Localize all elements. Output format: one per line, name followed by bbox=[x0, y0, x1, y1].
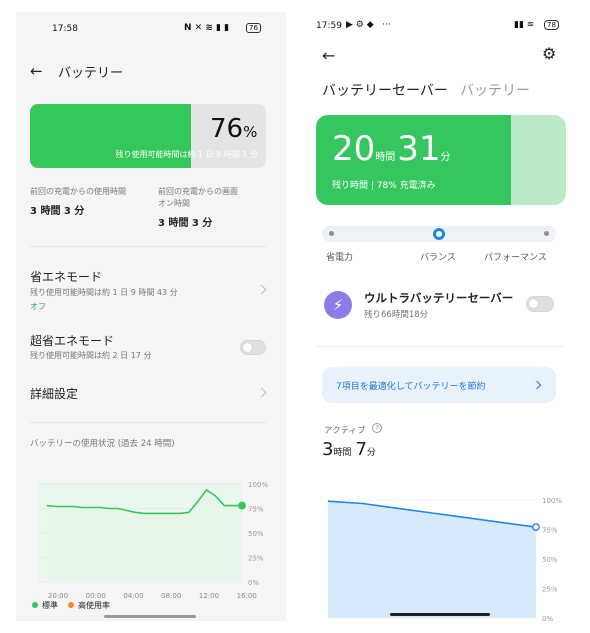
active-usage-chart: 100% 75% 50% 25% 0% bbox=[327, 497, 562, 621]
active-hours: 3 bbox=[322, 439, 334, 460]
home-indicator[interactable] bbox=[390, 613, 490, 616]
y-tick-label: 25% bbox=[248, 555, 264, 563]
details-title: 詳細設定 bbox=[30, 387, 79, 401]
battery-percent-sign: % bbox=[243, 123, 258, 141]
remaining-hours: 20 bbox=[332, 129, 376, 169]
y-tick-label: 75% bbox=[248, 506, 264, 514]
since-charge-value: 3 時間 3 分 bbox=[30, 206, 85, 217]
battery-percent-number: 76 bbox=[210, 114, 244, 144]
x-tick-label: 00:00 bbox=[86, 592, 106, 600]
chevron-right-icon bbox=[256, 387, 267, 398]
optimize-text: 7項目を最適化してバッテリーを節約 bbox=[336, 382, 486, 392]
y-tick-label: 0% bbox=[542, 615, 553, 621]
legend-standard-label: 標準 bbox=[42, 601, 58, 610]
y-tick-label: 100% bbox=[542, 497, 562, 505]
super-saving-title: 超省エネモード bbox=[30, 334, 115, 348]
power-mode-slider[interactable] bbox=[322, 226, 556, 242]
tab-battery[interactable]: バッテリー bbox=[460, 80, 530, 100]
x-tick-label: 16:00 bbox=[237, 592, 257, 600]
screen-on-label-1: 前回の充電からの画面 bbox=[158, 187, 238, 196]
optimize-button[interactable]: 7項目を最適化してバッテリーを節約 bbox=[322, 367, 556, 403]
y-tick-label: 75% bbox=[542, 527, 558, 535]
y-tick-label: 50% bbox=[542, 556, 558, 564]
remaining-minutes: 31 bbox=[397, 129, 441, 169]
mode-knob-balance[interactable] bbox=[433, 228, 445, 240]
y-tick-label: 50% bbox=[248, 530, 264, 538]
battery-card: 20時間31分 残り時間 | 78% 充電済み bbox=[316, 115, 566, 205]
status-more: ··· bbox=[382, 20, 391, 30]
active-time: 3時間 7分 bbox=[322, 439, 376, 460]
battery-remaining: 残り使用可能時間は約 1 日 8 時間 1 分 bbox=[115, 150, 258, 159]
chart-endpoint-marker bbox=[238, 501, 246, 510]
chart-endpoint-marker bbox=[532, 523, 540, 532]
x-tick-label: 20:00 bbox=[48, 592, 68, 600]
mode-label-performance[interactable]: パフォーマンス bbox=[484, 250, 547, 263]
x-tick-label: 12:00 bbox=[199, 592, 219, 600]
ultra-saver-toggle[interactable] bbox=[526, 296, 554, 312]
active-minutes: 7 bbox=[355, 439, 367, 460]
back-arrow-icon[interactable]: ← bbox=[30, 62, 43, 80]
legend-high-swatch bbox=[68, 602, 74, 608]
battery-level-card: 76% 残り使用可能時間は約 1 日 8 時間 1 分 bbox=[30, 104, 266, 168]
legend-high-label: 高使用率 bbox=[78, 601, 110, 610]
power-saving-title: 省エネモード bbox=[30, 270, 103, 284]
power-saving-state: オフ bbox=[30, 302, 46, 311]
divider bbox=[30, 246, 266, 247]
status-app-icons: ▶ ⚙ ◆ bbox=[346, 20, 374, 30]
lightning-icon: ⚡ bbox=[324, 291, 352, 319]
page-title: バッテリー bbox=[58, 66, 124, 81]
y-tick-label: 100% bbox=[248, 481, 268, 489]
screen-on-value: 3 時間 3 分 bbox=[158, 218, 213, 229]
details-row[interactable]: 詳細設定 bbox=[16, 378, 286, 408]
power-saving-row[interactable]: 省エネモード 残り使用可能時間は約 1 日 9 時間 43 分 オフ bbox=[16, 258, 286, 316]
home-indicator[interactable] bbox=[104, 615, 196, 618]
mode-dot-saver[interactable] bbox=[329, 231, 334, 236]
status-time: 17:58 bbox=[52, 24, 78, 34]
battery-usage-chart: 100% 75% 50% 25% 0% 20:00 00:00 04:00 08:00 12:00… bbox=[38, 481, 268, 600]
x-tick-label: 04:00 bbox=[123, 592, 143, 600]
screen-on-label-2: オン時間 bbox=[158, 199, 190, 208]
divider bbox=[316, 346, 564, 347]
divider bbox=[30, 422, 266, 423]
tab-battery-saver[interactable]: バッテリーセーバー bbox=[322, 80, 448, 100]
battery-percent: 76% bbox=[210, 114, 257, 144]
chart-area bbox=[328, 501, 536, 618]
status-icons: N ✕ ≋ ▮ ▮ bbox=[184, 23, 230, 33]
battery-card-subtitle: 残り時間 | 78% 充電済み bbox=[332, 181, 436, 191]
super-saving-toggle[interactable] bbox=[240, 340, 266, 355]
left-screenshot: 17:58 N ✕ ≋ ▮ ▮ 76 ← バッテリー 76% 残り使用可能時間は… bbox=[16, 12, 286, 621]
status-battery-level: 78 bbox=[547, 21, 556, 29]
remaining-minutes-unit: 分 bbox=[440, 152, 451, 163]
super-saving-subtitle: 残り使用可能時間は約 2 日 17 分 bbox=[30, 351, 152, 360]
chevron-right-icon bbox=[532, 380, 542, 390]
right-screenshot: 17:59 ▶ ⚙ ◆ ··· ▮▮ ≋ 78 ← ⚙ バッテリーセーバー バッ… bbox=[306, 12, 574, 621]
status-time: 17:59 bbox=[316, 21, 342, 31]
ultra-saver-subtitle: 残り66時間18分 bbox=[364, 310, 429, 320]
power-saving-subtitle: 残り使用可能時間は約 1 日 9 時間 43 分 bbox=[30, 288, 178, 297]
help-icon[interactable]: ? bbox=[372, 423, 382, 433]
remaining-hours-unit: 時間 bbox=[375, 152, 396, 163]
legend-standard-swatch bbox=[32, 602, 38, 608]
since-charge-label: 前回の充電からの使用時間 bbox=[30, 187, 126, 196]
mode-dot-performance[interactable] bbox=[544, 231, 549, 236]
x-tick-label: 08:00 bbox=[161, 592, 181, 600]
active-minutes-unit: 分 bbox=[366, 448, 376, 458]
status-signal-icons: ▮▮ ≋ bbox=[514, 20, 535, 30]
status-battery-icon: 76 bbox=[246, 23, 261, 33]
usage-chart-title: バッテリーの使用状況 (過去 24 時間) bbox=[30, 439, 175, 449]
y-tick-label: 0% bbox=[248, 579, 259, 587]
active-label: アクティブ bbox=[324, 426, 366, 436]
remaining-time: 20時間31分 bbox=[332, 129, 451, 169]
chevron-right-icon bbox=[256, 284, 267, 295]
back-arrow-icon[interactable]: ← bbox=[322, 46, 335, 65]
mode-label-saver[interactable]: 省電力 bbox=[326, 250, 353, 263]
status-battery-icon: 78 bbox=[544, 20, 559, 30]
active-hours-unit: 時間 bbox=[333, 448, 352, 458]
status-battery-level: 76 bbox=[249, 24, 258, 32]
y-tick-label: 25% bbox=[542, 586, 558, 594]
gear-icon[interactable]: ⚙ bbox=[542, 44, 556, 63]
ultra-saver-title: ウルトラバッテリーセーバー bbox=[364, 291, 514, 305]
mode-label-balance[interactable]: バランス bbox=[420, 250, 456, 263]
super-saving-row: 超省エネモード 残り使用可能時間は約 2 日 17 分 bbox=[16, 324, 286, 368]
